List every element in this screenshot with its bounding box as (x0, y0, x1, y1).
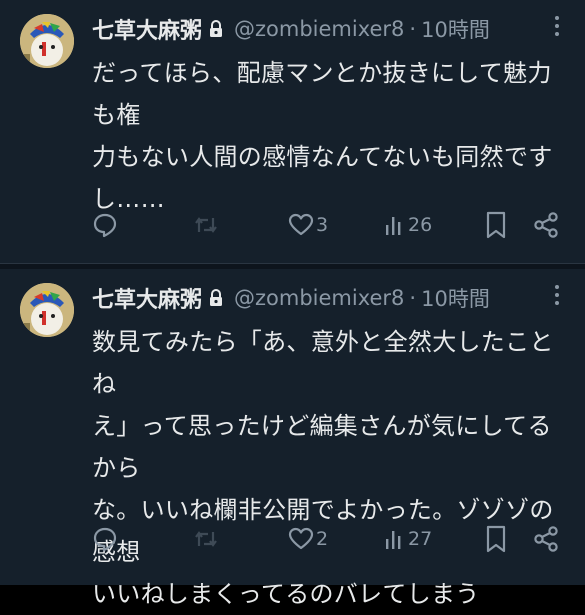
user-handle[interactable]: @zombiemixer8 (234, 17, 404, 41)
more-icon[interactable] (553, 12, 561, 40)
tweet-header: 七草大麻粥 @zombiemixer8 · 10時間 (92, 281, 585, 315)
view-count: 27 (408, 528, 433, 550)
reply-icon (92, 212, 118, 238)
like-button[interactable]: 3 (288, 213, 328, 237)
timestamp[interactable]: 10時間 (421, 283, 490, 313)
retweet-icon (192, 526, 220, 552)
user-handle[interactable]: @zombiemixer8 (234, 286, 404, 310)
lock-icon (208, 20, 224, 38)
separator-dot: · (409, 17, 417, 41)
like-count: 3 (316, 214, 329, 236)
bookmark-icon (485, 211, 507, 239)
share-button[interactable] (533, 525, 559, 553)
tweet-text: 数見てみたら「あ、意外と全然大したことね え」って思ったけど編集さんが気にしてる… (92, 328, 554, 608)
display-name[interactable]: 七草大麻粥 (92, 13, 202, 45)
views-button[interactable]: 27 (384, 527, 432, 551)
share-button[interactable] (533, 211, 559, 239)
retweet-button[interactable] (192, 212, 220, 238)
views-icon (384, 213, 406, 237)
separator-dot: · (409, 286, 417, 310)
views-icon (384, 527, 406, 551)
retweet-button[interactable] (192, 526, 220, 552)
tweet-text: だってほら、配慮マンとか抜きにして魅力も権 力もない人間の感情なんてないも同然で… (92, 59, 553, 213)
action-bar: 2 27 (92, 519, 565, 559)
heart-icon (288, 527, 314, 551)
action-bar: 3 26 (92, 205, 565, 245)
view-count: 26 (408, 214, 433, 236)
avatar[interactable] (20, 283, 74, 337)
timeline: 七草大麻粥 @zombiemixer8 · 10時間 だってほら、配慮マンとか抜… (0, 0, 585, 608)
lock-icon (208, 289, 224, 307)
tweet[interactable]: 七草大麻粥 @zombiemixer8 · 10時間 だってほら、配慮マンとか抜… (0, 0, 585, 263)
heart-icon (288, 213, 314, 237)
like-count: 2 (316, 528, 329, 550)
share-icon (533, 211, 559, 239)
retweet-icon (192, 212, 220, 238)
bookmark-icon (485, 525, 507, 553)
avatar[interactable] (20, 14, 74, 68)
bookmark-button[interactable] (485, 525, 507, 553)
timestamp[interactable]: 10時間 (421, 14, 490, 44)
reply-button[interactable] (92, 526, 118, 552)
tweet[interactable]: 七草大麻粥 @zombiemixer8 · 10時間 数見てみたら「あ、意外と全… (0, 269, 585, 608)
like-button[interactable]: 2 (288, 527, 328, 551)
views-button[interactable]: 26 (384, 213, 432, 237)
reply-button[interactable] (92, 212, 118, 238)
share-icon (533, 525, 559, 553)
tweet-header: 七草大麻粥 @zombiemixer8 · 10時間 (92, 12, 585, 46)
bookmark-button[interactable] (485, 211, 507, 239)
more-icon[interactable] (553, 281, 561, 309)
display-name[interactable]: 七草大麻粥 (92, 282, 202, 314)
reply-icon (92, 526, 118, 552)
